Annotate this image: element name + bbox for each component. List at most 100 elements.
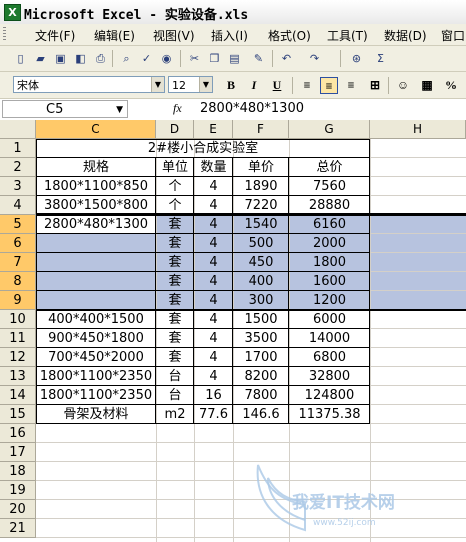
bold-button[interactable]: B bbox=[222, 77, 240, 94]
spelling-icon[interactable]: ✓ bbox=[138, 50, 155, 67]
table-cell[interactable]: 1700 bbox=[233, 348, 289, 367]
table-cell[interactable]: 骨架及材料 bbox=[36, 405, 156, 424]
table-cell[interactable]: 8200 bbox=[233, 367, 289, 386]
table-cell[interactable]: 4 bbox=[194, 215, 233, 234]
table-cell[interactable]: m2 bbox=[156, 405, 194, 424]
table-cell[interactable]: 套 bbox=[156, 272, 194, 291]
table-cell[interactable]: 6800 bbox=[289, 348, 370, 367]
table-cell[interactable]: 700*450*2000 bbox=[36, 348, 156, 367]
row-header-20[interactable]: 20 bbox=[0, 500, 36, 519]
row-header-14[interactable]: 14 bbox=[0, 386, 36, 405]
table-cell[interactable]: 4 bbox=[194, 367, 233, 386]
table-cell[interactable]: 4 bbox=[194, 291, 233, 310]
print-preview-icon[interactable]: ⌕ bbox=[118, 50, 135, 67]
open-icon[interactable]: ▰ bbox=[32, 50, 49, 67]
row-header-21[interactable]: 21 bbox=[0, 519, 36, 538]
column-header-D[interactable]: D bbox=[156, 120, 194, 139]
menu-format[interactable]: 格式(O) bbox=[268, 27, 311, 44]
row-header-12[interactable]: 12 bbox=[0, 348, 36, 367]
table-cell[interactable]: 450 bbox=[233, 253, 289, 272]
table-cell[interactable] bbox=[36, 234, 156, 253]
table-cell[interactable]: 7220 bbox=[233, 196, 289, 215]
table-cell[interactable]: 4 bbox=[194, 310, 233, 329]
table-cell[interactable]: 500 bbox=[233, 234, 289, 253]
table-cell[interactable]: 400 bbox=[233, 272, 289, 291]
table-cell[interactable]: 1600 bbox=[289, 272, 370, 291]
table-cell[interactable]: 6160 bbox=[289, 215, 370, 234]
table-cell[interactable]: 7800 bbox=[233, 386, 289, 405]
table-cell[interactable]: 4 bbox=[194, 272, 233, 291]
formula-input[interactable]: 2800*480*1300 bbox=[200, 101, 304, 116]
table-cell[interactable]: 1890 bbox=[233, 177, 289, 196]
row-header-9[interactable]: 9 bbox=[0, 291, 36, 310]
table-cell[interactable]: 台 bbox=[156, 367, 194, 386]
row-header-6[interactable]: 6 bbox=[0, 234, 36, 253]
copy-icon[interactable]: ❐ bbox=[206, 50, 223, 67]
table-cell[interactable]: 4 bbox=[194, 177, 233, 196]
row-header-2[interactable]: 2 bbox=[0, 158, 36, 177]
chevron-down-icon[interactable]: ▼ bbox=[116, 101, 123, 119]
row-header-11[interactable]: 11 bbox=[0, 329, 36, 348]
new-icon[interactable]: ▯ bbox=[12, 50, 29, 67]
header-cell[interactable]: 规格 bbox=[36, 158, 156, 177]
table-cell[interactable]: 1800*1100*2350 bbox=[36, 386, 156, 405]
table-cell[interactable]: 4 bbox=[194, 253, 233, 272]
merge-center-icon[interactable]: ⊞ bbox=[366, 77, 384, 94]
table-cell[interactable] bbox=[36, 272, 156, 291]
table-cell[interactable]: 个 bbox=[156, 177, 194, 196]
table-cell[interactable]: 4 bbox=[194, 234, 233, 253]
header-cell[interactable]: 单价 bbox=[233, 158, 289, 177]
format-painter-icon[interactable]: ✎ bbox=[250, 50, 267, 67]
table-cell[interactable]: 3500 bbox=[233, 329, 289, 348]
currency-icon[interactable]: ▦ bbox=[418, 77, 436, 94]
menu-file[interactable]: 文件(F) bbox=[35, 27, 75, 44]
table-cell[interactable]: 2000 bbox=[289, 234, 370, 253]
row-header-1[interactable]: 1 bbox=[0, 139, 36, 158]
smiley-icon[interactable]: ☺ bbox=[394, 77, 412, 94]
permission-icon[interactable]: ◧ bbox=[72, 50, 89, 67]
table-cell[interactable]: 6000 bbox=[289, 310, 370, 329]
align-center-icon[interactable]: ≡ bbox=[320, 77, 338, 94]
menu-tools[interactable]: 工具(T) bbox=[327, 27, 368, 44]
paste-icon[interactable]: ▤ bbox=[226, 50, 243, 67]
row-header-10[interactable]: 10 bbox=[0, 310, 36, 329]
print-icon[interactable]: ⎙ bbox=[92, 50, 109, 67]
table-cell[interactable]: 400*400*1500 bbox=[36, 310, 156, 329]
toolbar-grip-icon[interactable] bbox=[3, 27, 6, 42]
table-cell[interactable]: 77.6 bbox=[194, 405, 233, 424]
underline-button[interactable]: U bbox=[268, 77, 286, 94]
menu-data[interactable]: 数据(D) bbox=[384, 27, 427, 44]
fx-icon[interactable]: fx bbox=[173, 101, 182, 116]
table-cell[interactable]: 124800 bbox=[289, 386, 370, 405]
select-all-corner[interactable] bbox=[0, 120, 36, 139]
chevron-down-icon[interactable]: ▼ bbox=[199, 77, 212, 92]
percent-button[interactable]: % bbox=[442, 77, 460, 94]
table-cell[interactable]: 2800*480*1300 bbox=[36, 215, 156, 234]
redo-icon[interactable]: ↷ bbox=[306, 50, 323, 67]
cut-icon[interactable]: ✂ bbox=[186, 50, 203, 67]
align-right-icon[interactable]: ≡ bbox=[342, 77, 360, 94]
table-cell[interactable]: 台 bbox=[156, 386, 194, 405]
table-cell[interactable]: 套 bbox=[156, 215, 194, 234]
row-header-7[interactable]: 7 bbox=[0, 253, 36, 272]
hyperlink-icon[interactable]: ⊛ bbox=[348, 50, 365, 67]
row-header-5[interactable]: 5 bbox=[0, 215, 36, 234]
row-header-4[interactable]: 4 bbox=[0, 196, 36, 215]
align-left-icon[interactable]: ≡ bbox=[298, 77, 316, 94]
table-cell[interactable]: 16 bbox=[194, 386, 233, 405]
table-cell[interactable]: 11375.38 bbox=[289, 405, 370, 424]
table-cell[interactable]: 300 bbox=[233, 291, 289, 310]
header-cell[interactable]: 总价 bbox=[289, 158, 370, 177]
table-cell[interactable]: 1800 bbox=[289, 253, 370, 272]
column-header-C[interactable]: C bbox=[36, 120, 156, 139]
row-header-19[interactable]: 19 bbox=[0, 481, 36, 500]
menu-window[interactable]: 窗口 bbox=[441, 27, 465, 44]
table-cell[interactable]: 套 bbox=[156, 234, 194, 253]
column-header-E[interactable]: E bbox=[194, 120, 233, 139]
table-cell[interactable]: 1200 bbox=[289, 291, 370, 310]
research-icon[interactable]: ◉ bbox=[158, 50, 175, 67]
sheet-title-cell[interactable]: 2#楼小合成实验室 bbox=[36, 139, 370, 158]
table-cell[interactable]: 套 bbox=[156, 291, 194, 310]
table-cell[interactable]: 4 bbox=[194, 348, 233, 367]
header-cell[interactable]: 单位 bbox=[156, 158, 194, 177]
